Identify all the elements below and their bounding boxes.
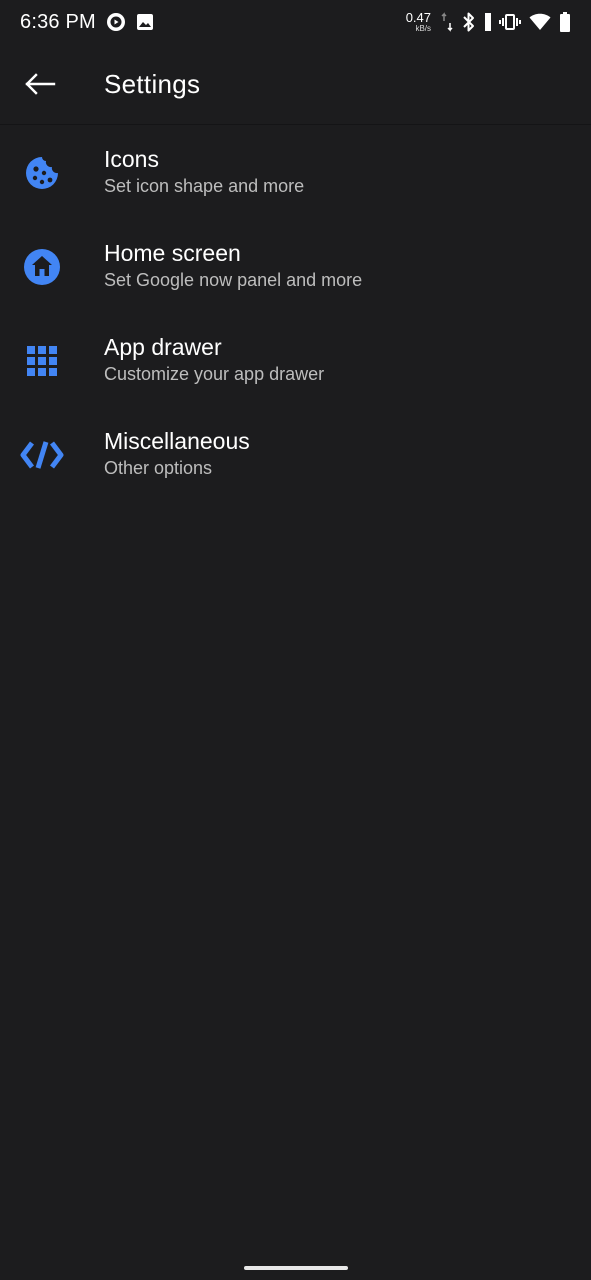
- back-button[interactable]: [0, 44, 80, 124]
- gesture-nav-handle[interactable]: [244, 1266, 348, 1270]
- settings-item-title: Home screen: [104, 240, 241, 266]
- settings-item-title: Miscellaneous: [104, 428, 250, 454]
- settings-item-title: App drawer: [104, 334, 222, 360]
- vibrate-icon: [499, 12, 521, 32]
- status-time: 6:36 PM: [20, 10, 96, 33]
- settings-item-home-screen[interactable]: Home screen Set Google now panel and mor…: [0, 220, 591, 314]
- settings-item-text: App drawer Customize your app drawer: [104, 332, 324, 386]
- wifi-icon: [529, 13, 551, 31]
- apps-grid-icon: [20, 339, 64, 383]
- app-bar: Settings: [0, 44, 591, 125]
- settings-item-subtitle: Customize your app drawer: [104, 364, 325, 384]
- settings-item-icons[interactable]: Icons Set icon shape and more: [0, 126, 591, 220]
- media-play-icon: [106, 12, 126, 32]
- settings-item-subtitle: Other options: [104, 458, 213, 478]
- image-icon: [136, 13, 154, 31]
- network-speed-value: 0.47: [405, 10, 431, 25]
- page-title: Settings: [104, 68, 201, 99]
- settings-item-text: Home screen Set Google now panel and mor…: [104, 238, 362, 292]
- settings-item-text: Icons Set icon shape and more: [104, 144, 304, 198]
- status-left: 6:36 PM: [20, 11, 154, 34]
- settings-item-miscellaneous[interactable]: Miscellaneous Other options: [0, 408, 591, 502]
- settings-item-subtitle: Set Google now panel and more: [104, 270, 363, 290]
- code-icon: [20, 433, 64, 477]
- settings-item-subtitle: Set icon shape and more: [104, 176, 305, 196]
- home-icon: [20, 245, 64, 289]
- network-speed-unit: kB/s: [415, 24, 431, 33]
- battery-icon: [559, 12, 571, 32]
- settings-item-app-drawer[interactable]: App drawer Customize your app drawer: [0, 314, 591, 408]
- data-transfer-icon: [441, 11, 453, 33]
- network-speed: 0.47 kB/s: [406, 11, 431, 33]
- battery-saver-icon: [485, 12, 491, 32]
- arrow-back-icon: [24, 72, 56, 96]
- status-right: 0.47 kB/s: [406, 11, 571, 33]
- bluetooth-icon: [461, 11, 477, 33]
- cookie-icon: [20, 151, 64, 195]
- settings-list: Icons Set icon shape and more Home scree…: [0, 126, 591, 502]
- settings-item-title: Icons: [104, 146, 159, 172]
- settings-screen: 6:36 PM 0.47 kB/s Settings Icons Set ico…: [0, 0, 591, 1280]
- status-bar: 6:36 PM 0.47 kB/s: [0, 0, 591, 44]
- settings-item-text: Miscellaneous Other options: [104, 426, 250, 480]
